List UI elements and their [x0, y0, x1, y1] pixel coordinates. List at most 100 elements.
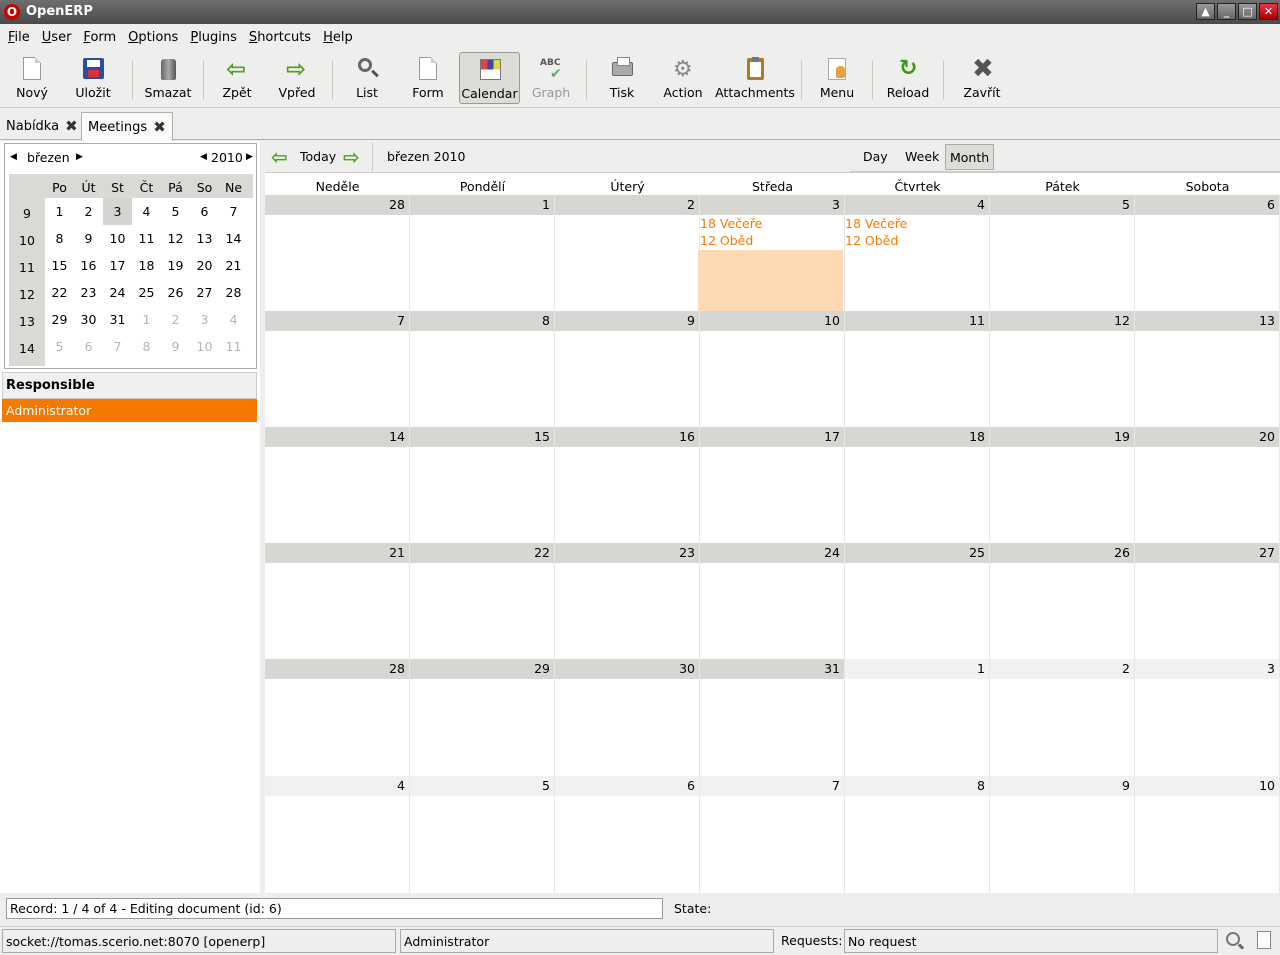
mini-calendar-day[interactable]: 28 — [219, 279, 248, 306]
mini-calendar-day[interactable]: 30 — [74, 306, 103, 333]
action-button[interactable]: ⚙ Action — [653, 52, 713, 104]
save-button[interactable]: Uložit — [58, 52, 128, 104]
mini-calendar-day[interactable]: 5 — [45, 333, 74, 360]
attachments-button[interactable]: Attachments — [713, 52, 797, 104]
window-close-button[interactable]: ✕ — [1259, 3, 1278, 20]
calendar-day-cell[interactable]: 12 — [990, 311, 1135, 427]
tab-close-icon[interactable]: ✖ — [65, 117, 78, 135]
calendar-day-cell[interactable]: 3 — [1135, 659, 1280, 776]
calendar-day-cell[interactable]: 4 — [265, 776, 410, 893]
calendar-day-cell[interactable]: 7 — [700, 776, 845, 893]
mini-calendar-day[interactable]: 16 — [74, 252, 103, 279]
menu-form[interactable]: Form — [77, 26, 122, 50]
reload-button[interactable]: ↻ Reload — [877, 52, 939, 104]
new-button[interactable]: Nový — [6, 52, 58, 104]
mini-calendar-day[interactable]: 21 — [219, 252, 248, 279]
calendar-day-cell[interactable]: 9 — [990, 776, 1135, 893]
prev-year-icon[interactable]: ◀ — [200, 152, 207, 162]
mini-calendar-day[interactable]: 2 — [74, 198, 103, 225]
mini-calendar-day[interactable]: 17 — [103, 252, 132, 279]
window-maximize-button[interactable]: □ — [1238, 3, 1257, 20]
today-button[interactable]: Today — [300, 149, 336, 164]
mini-calendar-day[interactable]: 12 — [161, 225, 190, 252]
calendar-day-cell[interactable]: 21 — [265, 543, 410, 659]
calendar-event[interactable]: 12 Oběd — [700, 232, 844, 249]
close-button[interactable]: ✖ Zavřít — [948, 52, 1016, 104]
search-requests-icon[interactable] — [1226, 932, 1240, 946]
responsible-item-administrator[interactable]: Administrator — [2, 399, 257, 422]
calendar-day-cell[interactable]: 2 — [990, 659, 1135, 776]
tab-nabidka[interactable]: Nabídka ✖ — [0, 112, 84, 140]
new-request-icon[interactable] — [1257, 931, 1271, 949]
back-button[interactable]: ⇦ Zpět — [208, 52, 266, 104]
mini-calendar-day[interactable]: 8 — [45, 225, 74, 252]
forward-button[interactable]: ⇨ Vpřed — [266, 52, 328, 104]
calendar-day-cell[interactable]: 5 — [990, 195, 1135, 311]
delete-button[interactable]: Smazat — [137, 52, 199, 104]
mini-calendar-day[interactable]: 3 — [190, 306, 219, 333]
mini-calendar-day[interactable]: 11 — [219, 333, 248, 360]
calendar-day-cell[interactable]: 27 — [1135, 543, 1280, 659]
calendar-day-cell[interactable]: 10 — [700, 311, 845, 427]
mini-calendar-day[interactable]: 29 — [45, 306, 74, 333]
tab-meetings[interactable]: Meetings ✖ — [81, 112, 173, 141]
prev-period-icon[interactable]: ⇦ — [271, 145, 288, 169]
mini-calendar-day[interactable]: 25 — [132, 279, 161, 306]
calendar-day-cell[interactable]: 19 — [990, 427, 1135, 543]
calendar-day-cell[interactable]: 24 — [700, 543, 845, 659]
month-mode-button[interactable]: Month — [945, 144, 995, 170]
calendar-day-cell[interactable]: 5 — [410, 776, 555, 893]
calendar-day-cell[interactable]: 6 — [1135, 195, 1280, 311]
calendar-day-cell[interactable]: 25 — [845, 543, 990, 659]
menu-help[interactable]: Help — [317, 26, 359, 50]
calendar-day-cell[interactable]: 26 — [990, 543, 1135, 659]
day-mode-button[interactable]: Day — [859, 144, 892, 170]
print-button[interactable]: Tisk — [591, 52, 653, 104]
mini-calendar-day[interactable]: 7 — [219, 198, 248, 225]
calendar-day-cell[interactable]: 16 — [555, 427, 700, 543]
mini-calendar-day[interactable]: 13 — [190, 225, 219, 252]
calendar-day-cell[interactable]: 7 — [265, 311, 410, 427]
calendar-day-cell[interactable]: 17 — [700, 427, 845, 543]
calendar-day-cell[interactable]: 1 — [410, 195, 555, 311]
mini-calendar-day[interactable]: 9 — [74, 225, 103, 252]
mini-calendar-day[interactable]: 26 — [161, 279, 190, 306]
mini-calendar-day[interactable]: 7 — [103, 333, 132, 360]
next-year-icon[interactable]: ▶ — [246, 152, 253, 162]
menu-button[interactable]: Menu — [806, 52, 868, 104]
menu-file[interactable]: File — [2, 26, 36, 50]
menu-user[interactable]: User — [36, 26, 78, 50]
calendar-event[interactable]: 18 Večeře — [845, 215, 989, 232]
calendar-day-cell[interactable]: 18 — [845, 427, 990, 543]
calendar-day-cell[interactable]: 10 — [1135, 776, 1280, 893]
calendar-day-cell[interactable]: 13 — [1135, 311, 1280, 427]
calendar-day-cell[interactable]: 6 — [555, 776, 700, 893]
mini-calendar-day[interactable]: 11 — [132, 225, 161, 252]
mini-calendar-day[interactable]: 9 — [161, 333, 190, 360]
calendar-day-cell[interactable]: 30 — [555, 659, 700, 776]
mini-calendar-day[interactable]: 22 — [45, 279, 74, 306]
calendar-day-cell[interactable]: 11 — [845, 311, 990, 427]
calendar-day-cell[interactable]: 28 — [265, 659, 410, 776]
calendar-day-cell[interactable]: 31 — [700, 659, 845, 776]
list-view-button[interactable]: List — [337, 52, 397, 104]
mini-calendar-day[interactable]: 14 — [219, 225, 248, 252]
mini-calendar-day[interactable]: 6 — [190, 198, 219, 225]
window-shade-button[interactable]: ▲ — [1196, 3, 1215, 20]
calendar-day-cell[interactable]: 8 — [410, 311, 555, 427]
mini-calendar-day[interactable]: 20 — [190, 252, 219, 279]
mini-calendar-day[interactable]: 5 — [161, 198, 190, 225]
week-mode-button[interactable]: Week — [901, 144, 943, 170]
calendar-event[interactable]: 18 Večeře — [700, 215, 844, 232]
calendar-day-cell[interactable]: 8 — [845, 776, 990, 893]
calendar-day-cell[interactable]: 1 — [845, 659, 990, 776]
mini-calendar-day[interactable]: 27 — [190, 279, 219, 306]
next-period-icon[interactable]: ⇨ — [343, 145, 360, 169]
mini-calendar-day[interactable]: 3 — [103, 198, 132, 225]
mini-calendar-day[interactable]: 24 — [103, 279, 132, 306]
mini-calendar-day[interactable]: 10 — [103, 225, 132, 252]
mini-calendar-day[interactable]: 6 — [74, 333, 103, 360]
calendar-day-cell[interactable]: 2 — [555, 195, 700, 311]
calendar-day-cell[interactable]: 4 18 Večeře 12 Oběd — [845, 195, 990, 311]
mini-calendar-day[interactable]: 4 — [132, 198, 161, 225]
